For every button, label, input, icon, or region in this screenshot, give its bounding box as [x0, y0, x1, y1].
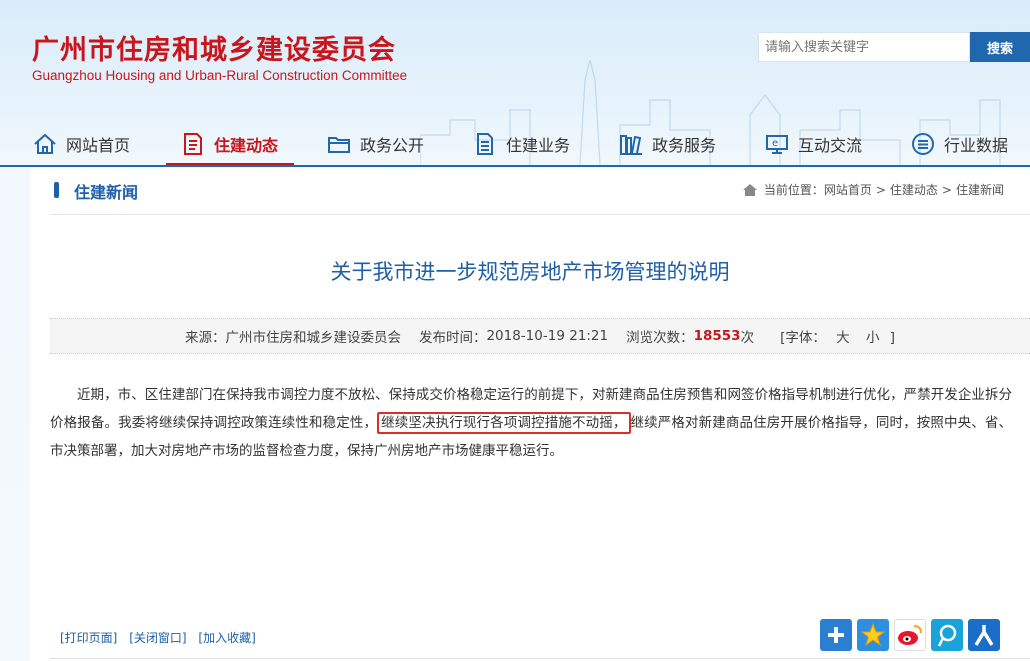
nav-item-business[interactable]: 住建业务 [472, 122, 570, 166]
article-body: 近期，市、区住建部门在保持我市调控力度不放松、保持成交价格稳定运行的前提下，对新… [50, 381, 1012, 465]
footer-links: [打印页面] [关闭窗口] [加入收藏] [60, 629, 264, 646]
renren-icon[interactable] [968, 619, 1000, 651]
views-unit: 次 [740, 330, 755, 346]
books-icon [620, 135, 642, 155]
search-input[interactable] [758, 32, 970, 62]
list-circle-icon [912, 133, 934, 155]
nav-item-interaction[interactable]: e 互动交流 [764, 122, 862, 166]
publish-label: 发布时间： [418, 330, 487, 346]
section-title: 住建新闻 [74, 183, 139, 202]
qzone-star-icon[interactable] [857, 619, 889, 651]
share-bar [820, 619, 1000, 651]
file-icon [477, 133, 493, 155]
site-subtitle: Guangzhou Housing and Urban-Rural Constr… [32, 68, 408, 83]
nav-item-news[interactable]: 住建动态 [180, 122, 278, 166]
nav-item-label: 住建动态 [214, 136, 279, 155]
font-small-button[interactable]: 小 [866, 330, 880, 346]
font-size-control: [字体： 大 小 ] [780, 326, 895, 346]
nav-item-gov-open[interactable]: 政务公开 [326, 122, 424, 166]
breadcrumb-news[interactable]: 住建动态 [890, 181, 938, 198]
site-title: 广州市住房和城乡建设委员会 [32, 35, 396, 66]
breadcrumb: 当前位置： 网站首页 > 住建动态 > 住建新闻 [742, 181, 1004, 198]
font-close: ] [889, 330, 896, 346]
views-count: 18553 [693, 328, 741, 344]
main-nav: 网站首页 住建动态 政务公开 住建业务 政务服务 e 互动交流 行业数据 [0, 122, 1030, 166]
nav-item-label: 政务服务 [652, 136, 717, 155]
nav-item-label: 网站首页 [66, 136, 131, 155]
document-icon [184, 133, 202, 155]
add-favorite-link[interactable]: [加入收藏] [198, 631, 255, 645]
highlighted-text: 继续坚决执行现行各项调控措施不动摇， [377, 412, 631, 434]
breadcrumb-home[interactable]: 网站首页 [824, 181, 872, 198]
folder-icon [328, 137, 350, 153]
close-window-link[interactable]: [关闭窗口] [129, 631, 186, 645]
nav-item-label: 政务公开 [360, 136, 425, 155]
breadcrumb-separator: > [941, 182, 952, 197]
nav-item-data[interactable]: 行业数据 [910, 122, 1008, 166]
breadcrumb-separator: > [875, 182, 886, 197]
article-meta: 来源：广州市住房和城乡建设委员会 发布时间： 2018-10-19 21:21 … [50, 318, 1030, 354]
views-label: 浏览次数： [626, 330, 694, 346]
footer-divider [50, 658, 1030, 659]
content-panel: 住建新闻 当前位置： 网站首页 > 住建动态 > 住建新闻 关于我市进一步规范房… [30, 168, 1030, 661]
nav-item-label: 住建业务 [506, 136, 571, 155]
chat-screen-icon: e [766, 135, 788, 154]
plus-share-icon[interactable] [820, 619, 852, 651]
nav-item-home[interactable]: 网站首页 [32, 122, 130, 166]
article-title: 关于我市进一步规范房地产市场管理的说明 [330, 260, 730, 284]
home-icon [742, 183, 757, 196]
search-button[interactable]: 搜索 [970, 32, 1030, 62]
article-source: 来源：广州市住房和城乡建设委员会 [184, 330, 401, 346]
section-marker [54, 182, 59, 198]
nav-item-services[interactable]: 政务服务 [618, 122, 716, 166]
tencent-weibo-icon[interactable] [931, 619, 963, 651]
nav-item-label: 互动交流 [798, 136, 863, 155]
section-divider [50, 214, 1030, 215]
svg-text:e: e [772, 138, 778, 149]
publish-time: 2018-10-19 21:21 [486, 328, 609, 344]
weibo-icon[interactable] [894, 619, 926, 651]
breadcrumb-prefix: 当前位置： [763, 183, 824, 197]
print-link[interactable]: [打印页面] [60, 631, 117, 645]
font-label: [字体： [780, 330, 826, 346]
home-icon [34, 133, 56, 154]
font-large-button[interactable]: 大 [836, 330, 850, 346]
nav-divider [0, 165, 1030, 167]
breadcrumb-current[interactable]: 住建新闻 [956, 181, 1004, 198]
nav-item-label: 行业数据 [944, 136, 1009, 155]
